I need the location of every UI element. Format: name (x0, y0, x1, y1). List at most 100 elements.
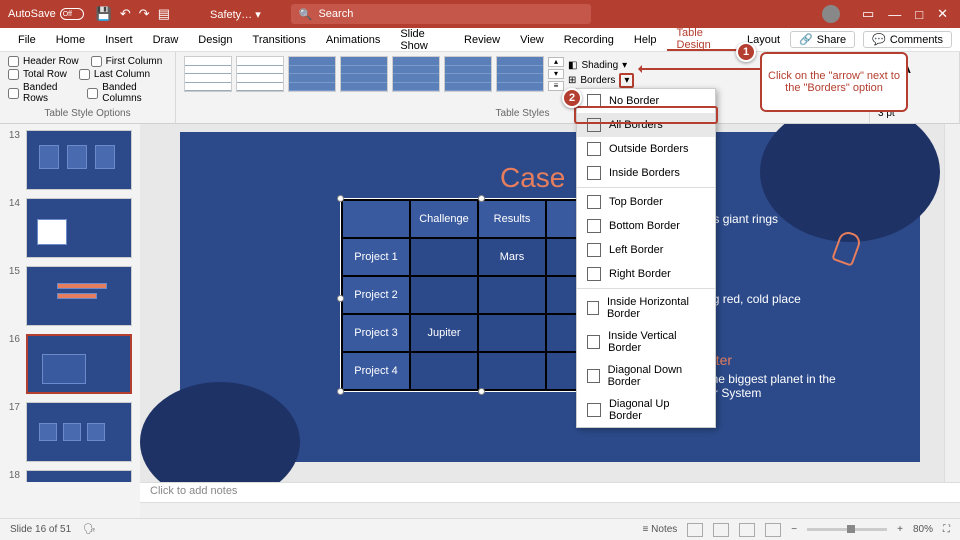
slide-counter: Slide 16 of 51 (10, 524, 71, 535)
tab-design[interactable]: Design (188, 28, 242, 51)
banded-columns-checkbox[interactable]: Banded Columns (87, 82, 167, 104)
language-indicator[interactable]: 🗣 (83, 524, 96, 535)
tab-insert[interactable]: Insert (95, 28, 143, 51)
fit-window-icon[interactable]: ⛶ (943, 524, 950, 535)
save-icon[interactable]: 💾 (96, 6, 112, 22)
slide-thumbnail[interactable] (26, 470, 132, 482)
close-icon[interactable]: ✕ (937, 6, 948, 22)
tab-animations[interactable]: Animations (316, 28, 390, 51)
zoom-out-button[interactable]: − (791, 524, 797, 535)
menu-bottom-border[interactable]: Bottom Border (577, 214, 715, 238)
vertical-scrollbar[interactable] (944, 124, 960, 482)
sorter-view-icon[interactable] (713, 523, 729, 537)
present-icon[interactable]: ▤ (158, 6, 170, 22)
slide-thumbnail[interactable] (26, 266, 132, 326)
slide-title: Case (500, 162, 565, 194)
thumb-number: 13 (6, 130, 20, 190)
tab-transitions[interactable]: Transitions (243, 28, 316, 51)
last-column-checkbox[interactable]: Last Column (79, 69, 150, 80)
tab-help[interactable]: Help (624, 28, 667, 51)
style-thumb[interactable] (340, 56, 388, 92)
pin-icon (836, 232, 860, 282)
callout-box: Click on the "arrow" next to the "Border… (760, 52, 908, 112)
normal-view-icon[interactable] (687, 523, 703, 537)
style-thumb[interactable] (444, 56, 492, 92)
borders-button[interactable]: Borders (580, 75, 615, 86)
autosave-toggle[interactable]: AutoSave Off (8, 8, 84, 20)
thumb-number: 16 (6, 334, 20, 394)
group-label-table-styles: Table Styles (184, 108, 861, 119)
menu-all-borders[interactable]: All Borders (577, 113, 715, 137)
tab-file[interactable]: File (8, 28, 46, 51)
shading-button[interactable]: ◧ Shading ▾ (568, 60, 634, 71)
tab-home[interactable]: Home (46, 28, 95, 51)
main-area: 13 14 15 16 17 18 Case ChallengeResultsS… (0, 124, 960, 482)
zoom-slider[interactable] (807, 528, 887, 531)
tab-slideshow[interactable]: Slide Show (390, 28, 454, 51)
tab-draw[interactable]: Draw (143, 28, 189, 51)
callout-badge-2: 2 (562, 88, 582, 108)
slide-thumbnail-active[interactable] (26, 334, 132, 394)
undo-icon[interactable]: ↶ (120, 6, 131, 22)
thumb-number: 17 (6, 402, 20, 462)
search-box[interactable]: 🔍 Search (291, 4, 591, 24)
menu-no-border[interactable]: No Border (577, 89, 715, 113)
thumb-number: 18 (6, 470, 20, 482)
style-thumb[interactable] (288, 56, 336, 92)
thumb-number: 14 (6, 198, 20, 258)
slide-thumbnails-panel[interactable]: 13 14 15 16 17 18 (0, 124, 140, 482)
callout-arrow (640, 68, 760, 70)
menu-top-border[interactable]: Top Border (577, 190, 715, 214)
tab-table-design[interactable]: Table Design (667, 28, 737, 51)
search-icon: 🔍 (299, 8, 313, 21)
share-button[interactable]: 🔗 Share (790, 31, 855, 48)
style-thumb[interactable] (392, 56, 440, 92)
zoom-level[interactable]: 80% (913, 524, 933, 535)
zoom-in-button[interactable]: + (897, 524, 903, 535)
style-thumb[interactable] (184, 56, 232, 92)
tab-recording[interactable]: Recording (554, 28, 624, 51)
gallery-more-button[interactable]: ▴▾≡ (548, 57, 564, 91)
maximize-icon[interactable]: □ (915, 7, 923, 22)
menu-diagonal-up[interactable]: Diagonal Up Border (577, 393, 715, 427)
slideshow-view-icon[interactable] (765, 523, 781, 537)
slide-canvas[interactable]: Case ChallengeResultsS Project 1Mars Pro… (140, 124, 960, 482)
notes-button[interactable]: ≡ Notes (643, 524, 678, 535)
title-bar: AutoSave Off 💾 ↶ ↷ ▤ Safety… ▾ 🔍 Search … (0, 0, 960, 28)
menu-left-border[interactable]: Left Border (577, 238, 715, 262)
menu-inside-vertical[interactable]: Inside Vertical Border (577, 325, 715, 359)
borders-dropdown-arrow[interactable]: ▾ (619, 73, 634, 88)
minimize-icon[interactable]: — (888, 7, 901, 22)
banded-rows-checkbox[interactable]: Banded Rows (8, 82, 75, 104)
slide: Case ChallengeResultsS Project 1Mars Pro… (180, 132, 920, 462)
document-name[interactable]: Safety… ▾ (210, 8, 261, 21)
callout-badge-1: 1 (736, 42, 756, 62)
reading-view-icon[interactable] (739, 523, 755, 537)
slide-thumbnail[interactable] (26, 198, 132, 258)
group-label-style-options: Table Style Options (8, 108, 167, 119)
notes-pane[interactable]: Click to add notes (140, 482, 960, 502)
status-bar: Slide 16 of 51 🗣 ≡ Notes − + 80% ⛶ (0, 518, 960, 540)
menu-right-border[interactable]: Right Border (577, 262, 715, 286)
first-column-checkbox[interactable]: First Column (91, 56, 163, 67)
quick-access-toolbar: 💾 ↶ ↷ ▤ (96, 6, 170, 22)
redo-icon[interactable]: ↷ (139, 6, 150, 22)
comments-button[interactable]: 💬 Comments (863, 31, 952, 48)
slide-thumbnail[interactable] (26, 402, 132, 462)
header-row-checkbox[interactable]: Header Row (8, 56, 79, 67)
thumb-number: 15 (6, 266, 20, 326)
total-row-checkbox[interactable]: Total Row (8, 69, 67, 80)
slide-table[interactable]: ChallengeResultsS Project 1Mars Project … (340, 198, 616, 392)
menu-outside-borders[interactable]: Outside Borders (577, 137, 715, 161)
horizontal-scrollbar[interactable] (140, 502, 960, 518)
menu-diagonal-down[interactable]: Diagonal Down Border (577, 359, 715, 393)
ribbon-options-icon[interactable]: ▭ (862, 6, 874, 22)
tab-view[interactable]: View (510, 28, 554, 51)
tab-review[interactable]: Review (454, 28, 510, 51)
user-avatar[interactable] (822, 5, 840, 23)
style-thumb[interactable] (236, 56, 284, 92)
style-thumb[interactable] (496, 56, 544, 92)
menu-inside-borders[interactable]: Inside Borders (577, 161, 715, 185)
slide-thumbnail[interactable] (26, 130, 132, 190)
menu-inside-horizontal[interactable]: Inside Horizontal Border (577, 291, 715, 325)
